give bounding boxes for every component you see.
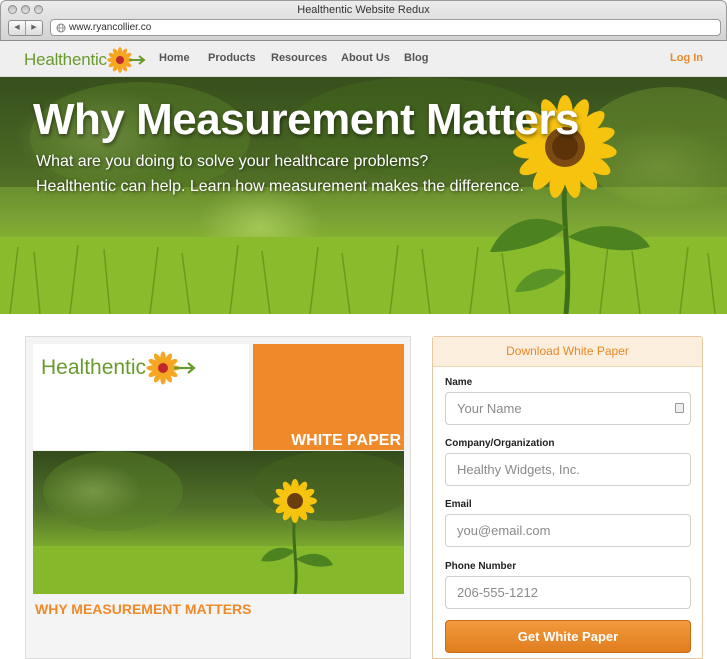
white-paper-label: WHITE PAPER xyxy=(291,432,401,449)
white-paper-photo xyxy=(33,451,404,594)
company-field[interactable] xyxy=(445,453,691,486)
url-text: www.ryancollier.co xyxy=(69,22,152,33)
name-label: Name xyxy=(445,377,473,388)
hero-subtitle-line-2: Healthentic can help. Learn how measurem… xyxy=(36,178,524,195)
white-paper-caption: WHY MEASUREMENT MATTERS xyxy=(35,601,252,617)
nav-about-us[interactable]: About Us xyxy=(341,52,390,64)
browser-chrome: Healthentic Website Redux ◀ ▶ www.ryanco… xyxy=(0,0,727,41)
sunflower-logo-icon xyxy=(146,351,196,385)
history-nav: ◀ ▶ xyxy=(8,20,43,36)
login-link[interactable]: Log In xyxy=(670,52,703,64)
hero-subtitle-line-1: What are you doing to solve your healthc… xyxy=(36,153,429,170)
white-paper-logo-text: Healthentic xyxy=(41,356,147,379)
sunflower-logo-icon xyxy=(106,47,146,73)
nav-resources[interactable]: Resources xyxy=(271,52,327,64)
white-paper-logo: Healthentic xyxy=(41,350,198,386)
white-paper-label-panel: WHITE PAPER xyxy=(253,344,404,450)
address-bar[interactable]: www.ryancollier.co xyxy=(50,19,721,36)
white-paper-logo-panel: Healthentic xyxy=(33,344,249,450)
form-header: Download White Paper xyxy=(433,337,702,367)
company-label: Company/Organization xyxy=(445,438,555,449)
globe-icon xyxy=(56,23,66,33)
sunflower-photo xyxy=(33,451,404,594)
white-paper-preview[interactable]: Healthentic WHITE PAPER WHY MEASUREMENT … xyxy=(25,336,411,659)
get-white-paper-button[interactable]: Get White Paper xyxy=(445,620,691,653)
contact-card-icon[interactable] xyxy=(675,403,684,413)
window-title: Healthentic Website Redux xyxy=(297,4,430,16)
hero-banner: Why Measurement Matters What are you doi… xyxy=(0,77,727,314)
email-field[interactable] xyxy=(445,514,691,547)
nav-blog[interactable]: Blog xyxy=(404,52,428,64)
name-field[interactable] xyxy=(445,392,691,425)
back-button[interactable]: ◀ xyxy=(9,21,25,35)
nav-products[interactable]: Products xyxy=(208,52,256,64)
phone-label: Phone Number xyxy=(445,561,517,572)
phone-field[interactable] xyxy=(445,576,691,609)
site-logo[interactable]: Healthentic xyxy=(24,46,147,74)
forward-button[interactable]: ▶ xyxy=(25,21,42,35)
hero-title: Why Measurement Matters xyxy=(33,95,579,144)
download-form: Download White Paper Name Company/Organi… xyxy=(432,336,703,659)
site-header: Healthentic Home Products Resources Abou… xyxy=(0,41,727,77)
email-label: Email xyxy=(445,499,472,510)
logo-text: Healthentic xyxy=(24,50,107,69)
nav-home[interactable]: Home xyxy=(159,52,190,64)
